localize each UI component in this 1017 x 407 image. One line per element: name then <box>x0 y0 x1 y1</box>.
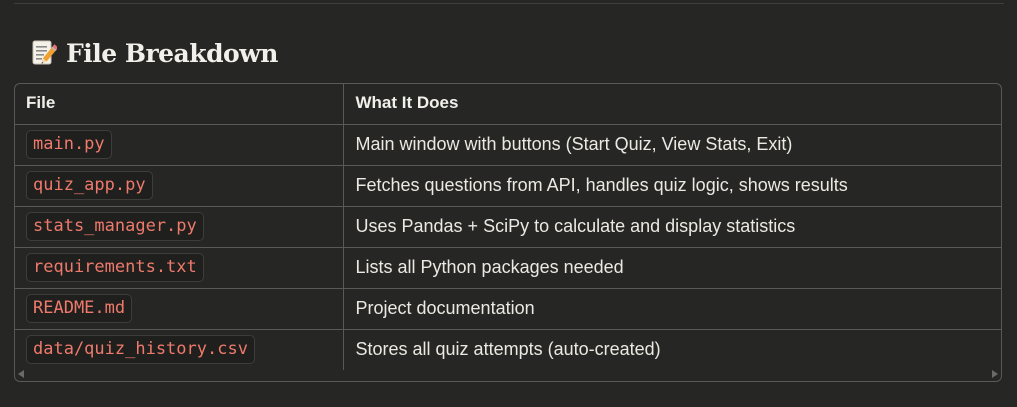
column-header-what-it-does: What It Does <box>343 84 1001 125</box>
table-row: requirements.txt Lists all Python packag… <box>15 247 1001 289</box>
file-name-code: quiz_app.py <box>26 171 153 200</box>
file-name-code: README.md <box>26 294 133 323</box>
memo-icon <box>31 39 59 67</box>
description-cell: Project documentation <box>343 288 1001 330</box>
file-cell: main.py <box>15 124 344 166</box>
file-cell: stats_manager.py <box>15 206 344 248</box>
column-header-file: File <box>15 84 344 125</box>
description-cell: Main window with buttons (Start Quiz, Vi… <box>343 124 1001 166</box>
file-name-code: data/quiz_history.csv <box>26 335 255 365</box>
file-cell: README.md <box>15 288 344 330</box>
file-cell: quiz_app.py <box>15 165 344 207</box>
file-breakdown-table: File What It Does main.py Main window wi… <box>15 84 1001 370</box>
table-row: README.md Project documentation <box>15 288 1001 330</box>
table-row: data/quiz_history.csv Stores all quiz at… <box>15 329 1001 370</box>
top-divider <box>14 3 1004 4</box>
scroll-right-arrow-icon[interactable] <box>992 370 998 378</box>
section-title: File Breakdown <box>66 38 278 68</box>
file-table-container[interactable]: File What It Does main.py Main window wi… <box>14 83 1002 382</box>
table-row: quiz_app.py Fetches questions from API, … <box>15 165 1001 207</box>
description-cell: Fetches questions from API, handles quiz… <box>343 165 1001 207</box>
description-cell: Stores all quiz attempts (auto-created) <box>355 339 661 360</box>
file-name-code: requirements.txt <box>26 253 204 282</box>
file-cell: data/quiz_history.csv <box>15 329 344 370</box>
section-heading: File Breakdown <box>31 36 278 70</box>
table-row: main.py Main window with buttons (Start … <box>15 124 1001 166</box>
scroll-left-arrow-icon[interactable] <box>18 370 24 378</box>
table-header-row: File What It Does <box>15 84 1001 125</box>
table-row: stats_manager.py Uses Pandas + SciPy to … <box>15 206 1001 248</box>
description-cell: Lists all Python packages needed <box>343 247 1001 289</box>
file-cell: requirements.txt <box>15 247 344 289</box>
description-cell: Uses Pandas + SciPy to calculate and dis… <box>343 206 1001 248</box>
file-name-code: main.py <box>26 130 112 159</box>
file-name-code: stats_manager.py <box>26 212 204 241</box>
